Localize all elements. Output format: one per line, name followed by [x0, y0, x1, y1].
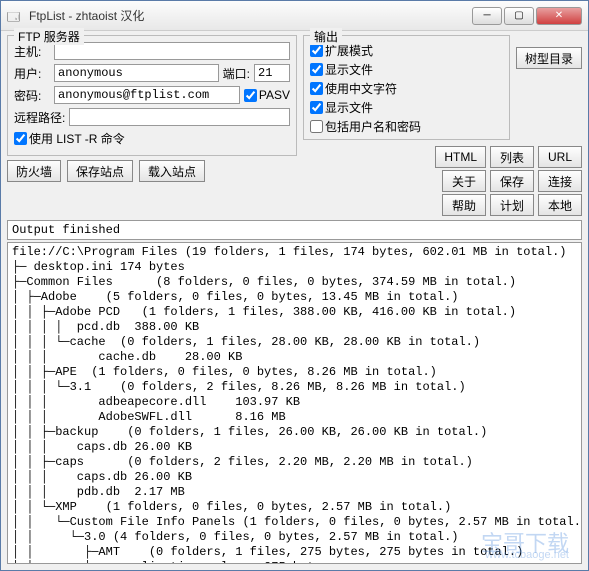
password-label: 密码: — [14, 87, 50, 104]
pasv-check-input[interactable] — [244, 89, 257, 102]
about-button[interactable]: 关于 — [442, 170, 486, 192]
app-window: 🗔 FtpList - zhtaoist 汉化 ─ ▢ ✕ FTP 服务器 主机… — [0, 0, 589, 571]
show-files-checkbox[interactable]: 显示文件 — [310, 61, 503, 78]
left-button-row: 防火墙 保存站点 载入站点 — [7, 160, 297, 182]
main-panel: FTP 服务器 主机: 用户: 端口: 密码: PASV — [1, 31, 588, 220]
app-icon: 🗔 — [7, 8, 23, 24]
list-button[interactable]: 列表 — [490, 146, 534, 168]
right-panel: 输出 扩展模式 显示文件 使用中文字符 显示文件 包括用户名和密码 树型目录 H… — [303, 35, 582, 216]
url-button[interactable]: URL — [538, 146, 582, 168]
pasv-label: PASV — [259, 88, 290, 102]
minimize-button[interactable]: ─ — [472, 7, 502, 25]
window-title: FtpList - zhtaoist 汉化 — [29, 7, 472, 24]
ftp-server-group: FTP 服务器 主机: 用户: 端口: 密码: PASV — [7, 35, 297, 156]
host-input[interactable] — [54, 42, 290, 60]
titlebar[interactable]: 🗔 FtpList - zhtaoist 汉化 ─ ▢ ✕ — [1, 1, 588, 31]
help-button[interactable]: 帮助 — [442, 194, 486, 216]
firewall-button[interactable]: 防火墙 — [7, 160, 61, 182]
output-group: 输出 扩展模式 显示文件 使用中文字符 显示文件 包括用户名和密码 — [303, 35, 510, 140]
ftp-group-title: FTP 服务器 — [14, 28, 84, 45]
save-site-button[interactable]: 保存站点 — [67, 160, 133, 182]
maximize-button[interactable]: ▢ — [504, 7, 534, 25]
titlebar-buttons: ─ ▢ ✕ — [472, 7, 582, 25]
output-group-title: 输出 — [310, 28, 342, 45]
left-panel: FTP 服务器 主机: 用户: 端口: 密码: PASV — [7, 35, 297, 216]
password-input[interactable] — [54, 86, 240, 104]
html-button[interactable]: HTML — [435, 146, 486, 168]
list-r-checkbox[interactable]: 使用 LIST -R 命令 — [14, 130, 125, 147]
tree-dir-button[interactable]: 树型目录 — [516, 47, 582, 69]
right-top: 输出 扩展模式 显示文件 使用中文字符 显示文件 包括用户名和密码 树型目录 — [303, 35, 582, 144]
right-button-group2: 关于 保存 连接 — [303, 170, 582, 192]
right-button-group3: 帮助 计划 本地 — [303, 194, 582, 216]
user-input[interactable] — [54, 64, 219, 82]
plan-button[interactable]: 计划 — [490, 194, 534, 216]
load-site-button[interactable]: 载入站点 — [139, 160, 205, 182]
show-files2-checkbox[interactable]: 显示文件 — [310, 99, 503, 116]
tree-output-text: file://C:\Program Files (19 folders, 1 f… — [12, 245, 582, 564]
tree-button-wrap: 树型目录 — [516, 35, 582, 144]
status-line: Output finished — [7, 220, 582, 240]
list-r-check-input[interactable] — [14, 132, 27, 145]
host-label: 主机: — [14, 43, 50, 60]
remote-path-input[interactable] — [69, 108, 290, 126]
pasv-checkbox[interactable]: PASV — [244, 88, 290, 102]
output-area[interactable]: file://C:\Program Files (19 folders, 1 f… — [7, 242, 582, 564]
remote-path-label: 远程路径: — [14, 109, 65, 126]
local-button[interactable]: 本地 — [538, 194, 582, 216]
include-userpass-checkbox[interactable]: 包括用户名和密码 — [310, 118, 503, 135]
connect-button[interactable]: 连接 — [538, 170, 582, 192]
user-label: 用户: — [14, 65, 50, 82]
right-button-group: HTML 列表 URL — [303, 146, 582, 168]
save-button[interactable]: 保存 — [490, 170, 534, 192]
use-chinese-checkbox[interactable]: 使用中文字符 — [310, 80, 503, 97]
list-r-label: 使用 LIST -R 命令 — [29, 130, 125, 147]
port-label: 端口: — [223, 65, 250, 82]
close-button[interactable]: ✕ — [536, 7, 582, 25]
port-input[interactable] — [254, 64, 290, 82]
